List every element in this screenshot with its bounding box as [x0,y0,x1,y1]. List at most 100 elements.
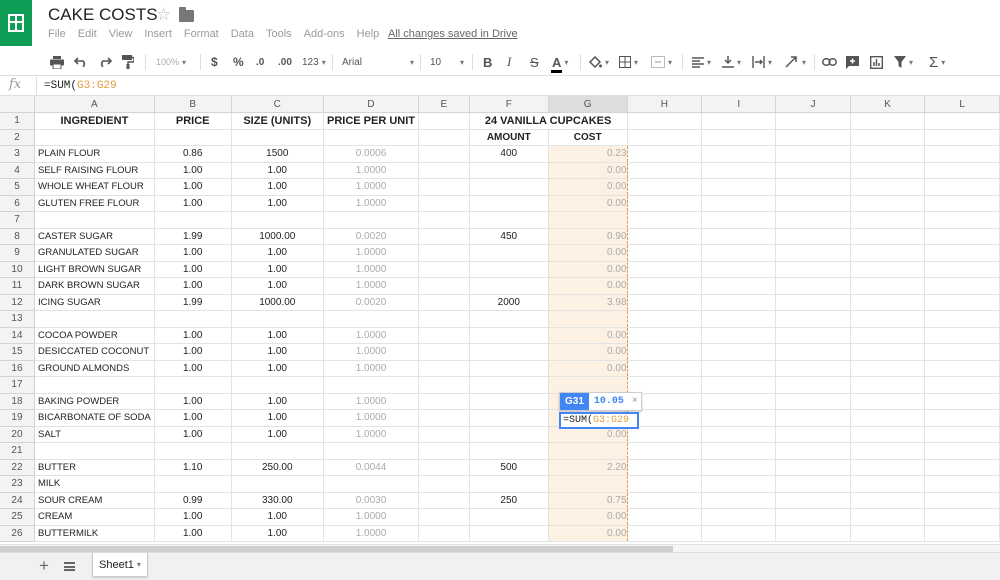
select-all-corner[interactable] [0,96,35,113]
zoom-select[interactable]: 100% ▾ [156,52,186,72]
column-header-k[interactable]: K [850,96,926,113]
row-header[interactable]: 7 [0,211,35,229]
cell-d20[interactable]: 1.0000 [323,426,420,443]
row-header[interactable]: 12 [0,294,35,311]
cell-d1[interactable]: PRICE PER UNIT [323,112,420,130]
cell-h5[interactable] [627,178,703,196]
cell-g25[interactable]: 0.00 [547,508,628,526]
row-header[interactable]: 8 [0,228,35,245]
cell-h6[interactable] [627,195,703,212]
cell-g24[interactable]: 0.75 [547,492,628,509]
cell-i13[interactable] [701,310,777,328]
currency-format-button[interactable]: $ [211,52,218,72]
decrease-decimals-button[interactable]: .0 [256,52,264,72]
cell-e26[interactable] [418,525,470,542]
cell-k20[interactable] [850,426,926,443]
cell-a6[interactable]: GLUTEN FREE FLOUR [34,195,155,212]
cell-h13[interactable] [627,310,703,328]
row-header[interactable]: 15 [0,343,35,361]
row-header[interactable]: 18 [0,393,35,410]
cell-d13[interactable] [323,310,420,328]
cell-a22[interactable]: BUTTER [34,459,155,476]
cell-g6[interactable]: 0.00 [547,195,628,212]
print-icon[interactable] [50,52,64,72]
row-header[interactable]: 13 [0,310,35,328]
cell-i6[interactable] [701,195,777,212]
column-header-h[interactable]: H [627,96,703,113]
cell-a5[interactable]: WHOLE WHEAT FLOUR [34,178,155,196]
cell-a9[interactable]: GRANULATED SUGAR [34,244,155,262]
cell-l3[interactable] [924,145,1000,163]
cell-c2[interactable] [231,129,324,146]
cell-e14[interactable] [418,327,470,344]
text-wrapping-icon[interactable]: ▾ [752,52,772,72]
menu-data[interactable]: Data [231,28,254,40]
cell-c6[interactable]: 1.00 [231,195,324,212]
cell-j6[interactable] [775,195,851,212]
cell-b19[interactable]: 1.00 [154,409,232,427]
column-header-d[interactable]: D [323,96,420,113]
cell-f20[interactable] [469,426,549,443]
cell-b5[interactable]: 1.00 [154,178,232,196]
cell-i19[interactable] [701,409,777,427]
cell-c21[interactable] [231,442,324,460]
cell-e20[interactable] [418,426,470,443]
cell-k7[interactable] [850,211,926,229]
cell-b22[interactable]: 1.10 [154,459,232,476]
cell-i26[interactable] [701,525,777,542]
cell-f19[interactable] [469,409,549,427]
cell-c22[interactable]: 250.00 [231,459,324,476]
cell-a24[interactable]: SOUR CREAM [34,492,155,509]
cell-j17[interactable] [775,376,851,394]
cell-c15[interactable]: 1.00 [231,343,324,361]
merge-cells-icon[interactable]: ▾ [651,52,672,72]
cell-f9[interactable] [469,244,549,262]
cell-c10[interactable]: 1.00 [231,261,324,278]
row-header[interactable]: 24 [0,492,35,509]
cell-i14[interactable] [701,327,777,344]
cell-h2[interactable] [627,129,703,146]
cell-a14[interactable]: COCOA POWDER [34,327,155,344]
bold-button[interactable]: B [483,52,492,72]
borders-icon[interactable]: ▾ [619,52,638,72]
increase-decimals-button[interactable]: .00 [278,52,292,72]
cell-b9[interactable]: 1.00 [154,244,232,262]
cell-i25[interactable] [701,508,777,526]
cell-f4[interactable] [469,162,549,179]
cell-h3[interactable] [627,145,703,163]
star-icon[interactable]: ☆ [156,5,171,25]
column-header-l[interactable]: L [924,96,1000,113]
cell-l16[interactable] [924,360,1000,377]
cell-e25[interactable] [418,508,470,526]
cell-l1[interactable] [924,112,1000,130]
cell-b3[interactable]: 0.86 [154,145,232,163]
text-color-button[interactable]: A ▾ [550,52,568,73]
row-header[interactable]: 14 [0,327,35,344]
cell-c26[interactable]: 1.00 [231,525,324,542]
cell-e1[interactable] [418,112,470,130]
cell-j18[interactable] [775,393,851,410]
cell-j21[interactable] [775,442,851,460]
more-formats-select[interactable]: 123 ▾ [302,52,326,72]
sheets-logo-icon[interactable] [0,0,32,46]
cell-k17[interactable] [850,376,926,394]
row-header[interactable]: 23 [0,475,35,493]
cell-g9[interactable]: 0.00 [547,244,628,262]
cell-d10[interactable]: 1.0000 [323,261,420,278]
cell-l20[interactable] [924,426,1000,443]
filter-icon[interactable]: ▾ [894,52,913,72]
cell-l21[interactable] [924,442,1000,460]
insert-chart-icon[interactable] [870,52,883,72]
cell-h26[interactable] [627,525,703,542]
cell-j5[interactable] [775,178,851,196]
cell-c8[interactable]: 1000.00 [231,228,324,245]
cell-k6[interactable] [850,195,926,212]
cell-g23[interactable] [547,475,628,493]
cell-g10[interactable]: 0.00 [547,261,628,278]
cell-g21[interactable] [547,442,628,460]
cell-d7[interactable] [323,211,420,229]
menu-format[interactable]: Format [184,28,219,40]
cell-j4[interactable] [775,162,851,179]
strikethrough-button[interactable]: S [530,52,539,72]
cell-e6[interactable] [418,195,470,212]
